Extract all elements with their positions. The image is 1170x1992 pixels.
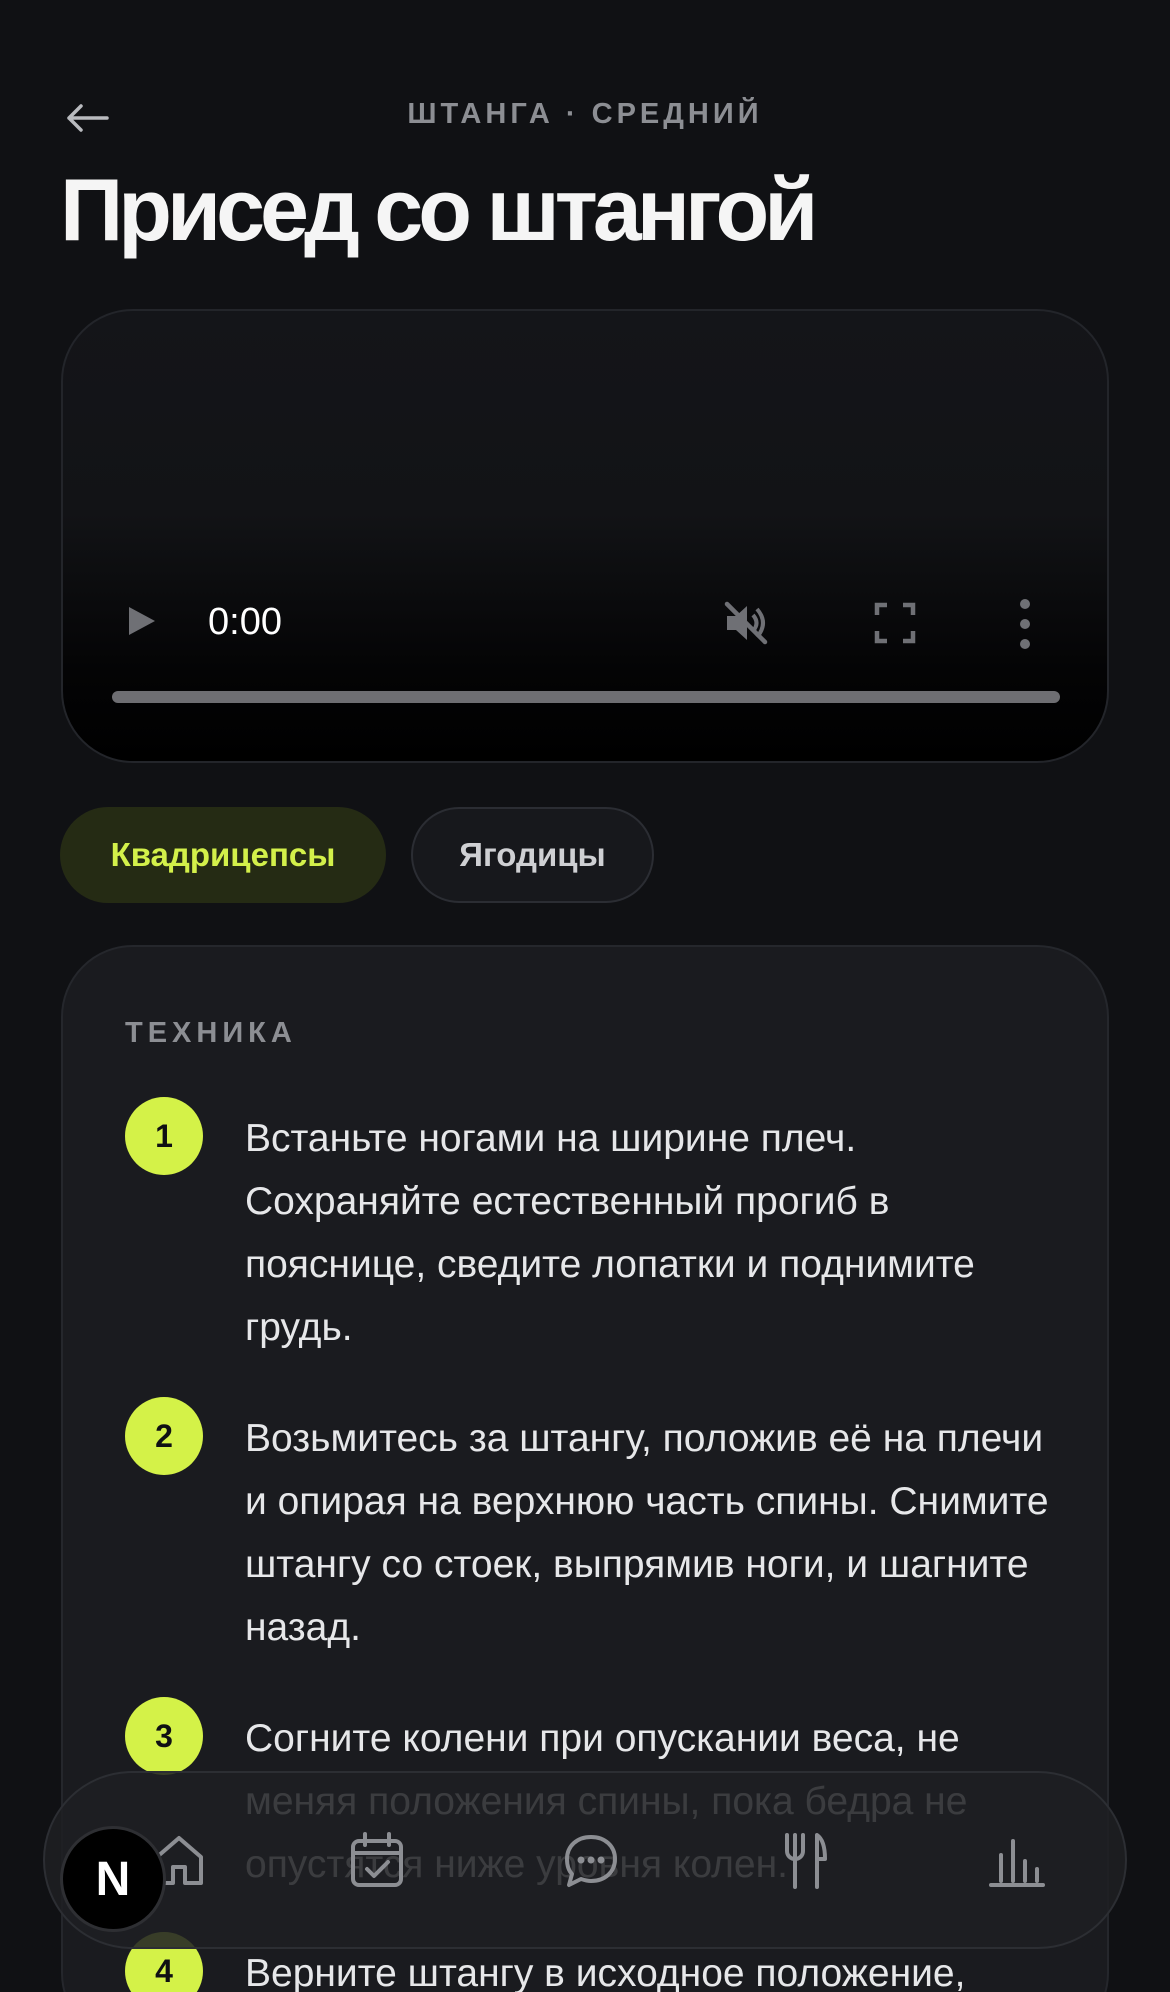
video-progress-bar[interactable] (112, 691, 1060, 703)
chat-icon[interactable] (559, 1829, 623, 1893)
step-text: Верните штангу в исходное положение, (245, 1952, 966, 1992)
fork-knife-icon[interactable] (773, 1829, 837, 1893)
calendar-check-icon[interactable] (345, 1829, 409, 1893)
muscle-chip-quadriceps[interactable]: Квадрицепсы (60, 807, 386, 903)
muscle-chip-glutes[interactable]: Ягодицы (411, 807, 654, 903)
technique-heading: ТЕХНИКА (125, 1017, 297, 1049)
step-text: Возьмитесь за штангу, положив её на плеч… (245, 1417, 1049, 1649)
step-number-badge: 2 (125, 1397, 203, 1475)
step-number-badge: 1 (125, 1097, 203, 1175)
step-text: Встаньте ногами на ширине плеч. Сохраняй… (245, 1117, 975, 1349)
step-number-badge: 3 (125, 1697, 203, 1775)
fullscreen-icon[interactable] (873, 601, 917, 645)
bar-chart-icon[interactable] (985, 1829, 1049, 1893)
more-options-icon[interactable] (1013, 596, 1037, 652)
muted-volume-icon[interactable] (721, 598, 771, 648)
video-time: 0:00 (208, 601, 282, 643)
page-title: Присед со штангой (60, 160, 818, 259)
app-logo-button[interactable]: N (60, 1826, 166, 1932)
bottom-tab-bar (43, 1771, 1127, 1949)
video-player[interactable]: 0:00 (61, 309, 1109, 763)
play-icon[interactable] (123, 603, 159, 639)
exercise-category: ШТАНГА · СРЕДНИЙ (407, 98, 763, 130)
